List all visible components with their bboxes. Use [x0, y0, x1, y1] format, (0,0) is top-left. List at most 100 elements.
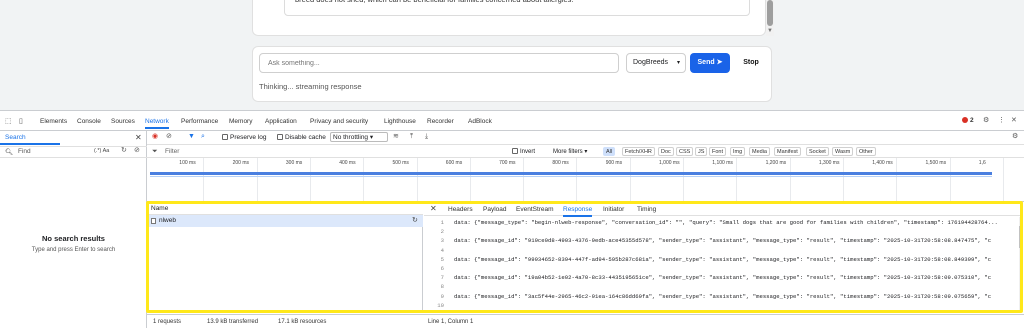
filter-all[interactable]: All [603, 147, 616, 156]
more-filters-dropdown[interactable]: More filters ▾ [553, 148, 587, 155]
network-conditions-icon[interactable]: ≋ [393, 133, 399, 141]
filter-input[interactable]: Filter [165, 148, 179, 155]
scroll-down-arrow-icon[interactable]: ▼ [767, 28, 773, 34]
timeline-gridline [949, 158, 951, 202]
tab-headers[interactable]: Headers [448, 206, 473, 213]
tab-recorder[interactable]: Recorder [427, 118, 454, 125]
search-network-icon[interactable]: ⌕ [201, 133, 205, 141]
timeline-gridline [842, 158, 844, 202]
tab-payload[interactable]: Payload [483, 206, 507, 213]
tab-adblock[interactable]: AdBlock [468, 118, 492, 125]
name-column-header[interactable]: Name [148, 203, 423, 215]
response-line[interactable]: data: {"message_id": "919ce0d8-4903-4376… [454, 237, 1019, 244]
tab-timing[interactable]: Timing [637, 206, 656, 213]
timeline-gridline [363, 158, 365, 202]
match-case-toggle[interactable]: Aa [103, 148, 110, 154]
filter-js[interactable]: JS [695, 147, 708, 156]
clear-icon[interactable]: ⊘ [134, 147, 140, 155]
error-icon [962, 117, 968, 123]
tab-initiator[interactable]: Initiator [603, 206, 624, 213]
transferred-size: 13.9 kB transferred [207, 319, 259, 325]
search-tab[interactable]: Search [5, 134, 26, 141]
response-line[interactable]: data: {"message_id": "99934652-8394-447f… [454, 256, 1019, 263]
send-button[interactable]: Send ➤ [690, 53, 730, 73]
search-tab-underline [0, 143, 60, 145]
response-line[interactable]: data: {"message_id": "19a04b52-1e02-4a70… [454, 274, 1019, 281]
disable-cache-checkbox[interactable]: Disable cache [277, 134, 326, 141]
timeline-tick-label: 1,200 ms [765, 160, 787, 166]
timeline-gridline [896, 158, 898, 202]
regex-toggle[interactable]: (.*) [94, 148, 101, 154]
response-line[interactable]: data: {"message_type": "begin-nlweb-resp… [454, 219, 1019, 226]
device-toolbar-icon[interactable]: ▯ [19, 118, 23, 126]
invert-label: Invert [520, 149, 536, 155]
chat-scrollbar-thumb[interactable] [767, 0, 773, 26]
invert-checkbox[interactable]: Invert [512, 148, 535, 155]
timeline-gridline [523, 158, 525, 202]
stop-button[interactable]: Stop [735, 53, 767, 73]
response-line[interactable]: data: {"message_id": "3ac5f44e-2965-46c2… [454, 293, 1019, 300]
settings-gear-icon[interactable]: ⚙ [983, 117, 989, 125]
tab-lighthouse[interactable]: Lighthouse [384, 118, 416, 125]
timeline-tick-label: 500 ms [392, 160, 409, 166]
disable-cache-label: Disable cache [285, 134, 326, 141]
record-icon[interactable]: ◉ [152, 133, 158, 141]
filter-other[interactable]: Other [856, 147, 876, 156]
timeline-tick-label: 1,6 [978, 160, 986, 166]
filter-manifest[interactable]: Manifest [774, 147, 801, 156]
site-select[interactable]: DogBreeds ▾ [626, 53, 686, 73]
tab-privacy-security[interactable]: Privacy and security [310, 118, 368, 125]
tab-application[interactable]: Application [265, 118, 297, 125]
network-status-bar: 1 requests 13.9 kB transferred 17.1 kB r… [147, 314, 1024, 328]
tab-console[interactable]: Console [77, 118, 101, 125]
timeline-gridline [789, 158, 791, 202]
filter-socket[interactable]: Socket [806, 147, 829, 156]
preserve-log-checkbox[interactable]: Preserve log [222, 134, 267, 141]
filter-font[interactable]: Font [709, 147, 727, 156]
filter-media[interactable]: Media [749, 147, 770, 156]
throttling-select[interactable]: No throttling ▾ [330, 132, 388, 142]
clear-log-icon[interactable]: ⊘ [166, 133, 172, 141]
empty-search-title: No search results [42, 234, 105, 243]
close-devtools-icon[interactable]: ✕ [1011, 117, 1017, 125]
tab-memory[interactable]: Memory [229, 118, 252, 125]
timeline-gridline [256, 158, 258, 202]
request-row[interactable]: nlweb ↻ [148, 215, 423, 227]
filter-css[interactable]: CSS [676, 147, 694, 156]
reload-icon[interactable]: ↻ [412, 216, 418, 224]
streaming-status: Thinking... streaming response [259, 82, 362, 91]
timeline-tick-label: 1,500 ms [925, 160, 947, 166]
filter-img[interactable]: Img [730, 147, 746, 156]
filter-icon[interactable]: ▼ [188, 133, 195, 141]
more-menu-icon[interactable]: ⋮ [998, 117, 1005, 125]
tab-eventstream[interactable]: EventStream [516, 206, 554, 213]
tab-network[interactable]: Network [145, 118, 169, 129]
response-scrollbar-thumb[interactable] [1019, 226, 1023, 248]
chevron-down-icon: ▾ [676, 60, 680, 66]
refresh-icon[interactable]: ↻ [121, 147, 127, 155]
tab-sources[interactable]: Sources [111, 118, 135, 125]
filter-fetch-xhr[interactable]: Fetch/XHR [622, 147, 655, 156]
timeline-gridline [203, 158, 205, 202]
empty-search-hint: Type and press Enter to search [31, 247, 116, 253]
import-har-icon[interactable]: ⤒ [410, 133, 413, 141]
close-search-icon[interactable]: ✕ [135, 133, 142, 142]
ask-input[interactable] [259, 53, 619, 73]
send-button-label: Send [697, 59, 715, 66]
search-panel [0, 131, 147, 328]
export-har-icon[interactable]: ⤓ [425, 133, 428, 141]
tab-response[interactable]: Response [563, 206, 593, 217]
filter-wasm[interactable]: Wasm [832, 147, 854, 156]
more-filters-label: More filters [553, 149, 583, 155]
close-detail-icon[interactable]: ✕ [430, 204, 437, 213]
tab-elements[interactable]: Elements [40, 118, 67, 125]
inspect-element-icon[interactable]: ⬚ [5, 118, 12, 126]
network-settings-icon[interactable]: ⚙ [1012, 133, 1018, 141]
line-number: 2 [440, 228, 444, 236]
filter-doc[interactable]: Doc [658, 147, 674, 156]
tab-performance[interactable]: Performance [181, 118, 218, 125]
find-input[interactable]: Find [18, 148, 31, 155]
timeline-tick-label: 700 ms [499, 160, 516, 166]
error-count-badge[interactable]: 2 [962, 117, 974, 124]
file-icon [151, 218, 156, 224]
